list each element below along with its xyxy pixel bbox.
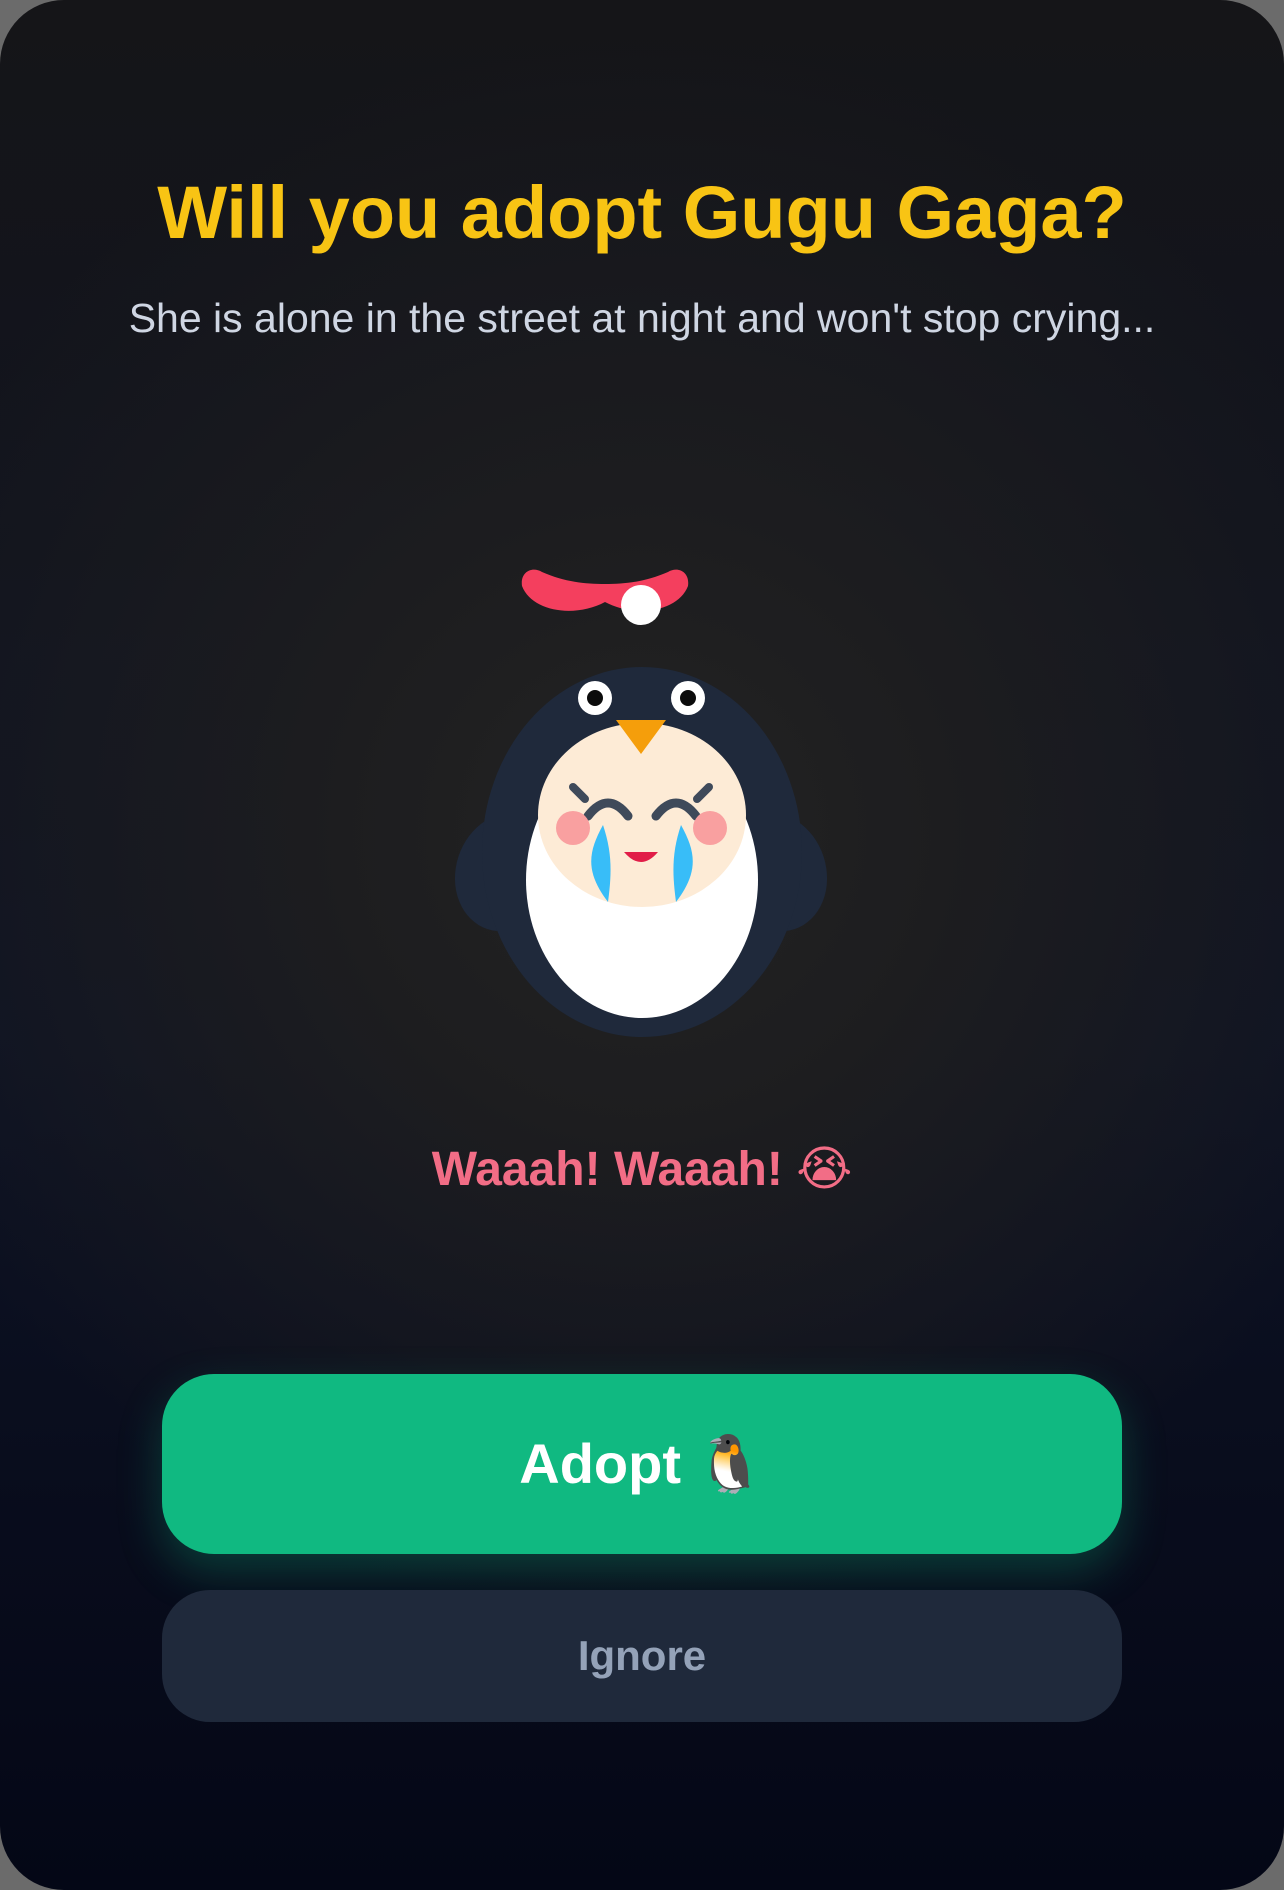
- crying-penguin-icon: [454, 569, 828, 1037]
- adopt-button-label: Adopt: [519, 1432, 681, 1495]
- penguin-icon: 🐧: [694, 1432, 765, 1497]
- cry-label: Waaah! Waaah!: [431, 1143, 783, 1196]
- ignore-button-label: Ignore: [577, 1632, 707, 1679]
- hair-bow-icon: [521, 569, 689, 625]
- cry-text: Waaah! Waaah! 😭: [0, 1138, 1284, 1201]
- adopt-button[interactable]: Adopt 🐧: [162, 1374, 1122, 1554]
- loudly-crying-face-icon: 😭: [796, 1141, 853, 1197]
- page-title: Will you adopt Gugu Gaga?: [157, 171, 1127, 254]
- ignore-button[interactable]: Ignore: [162, 1590, 1122, 1722]
- page-subtitle: She is alone in the street at night and …: [128, 295, 1156, 341]
- adoption-screen: Will you adopt Gugu Gaga? She is alone i…: [0, 0, 1284, 1890]
